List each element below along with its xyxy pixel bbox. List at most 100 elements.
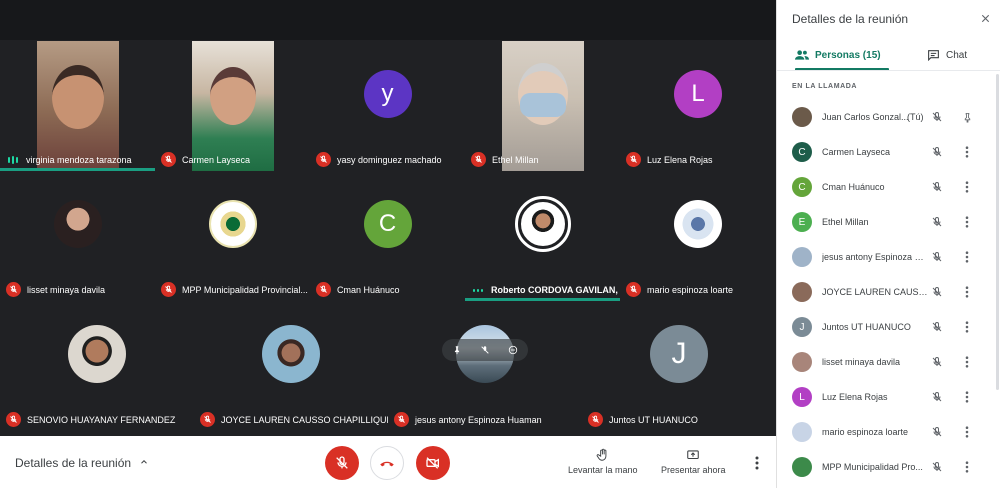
participant-tile[interactable]: L Luz Elena Rojas — [620, 41, 776, 171]
tab-people-label: Personas (15) — [815, 49, 881, 61]
participant-photo — [792, 422, 812, 442]
participant-avatar: L — [674, 70, 722, 118]
mic-off-icon — [930, 425, 944, 439]
mic-off-icon — [930, 250, 944, 264]
mic-off-icon — [161, 282, 176, 297]
tab-chat[interactable]: Chat — [927, 40, 967, 70]
mic-off-icon — [930, 355, 944, 369]
mic-off-icon — [930, 285, 944, 299]
participant-name: lisset minaya davila — [822, 357, 901, 367]
participant-label: Luz Elena Rojas — [626, 152, 713, 167]
more-vert-icon[interactable] — [961, 145, 973, 159]
more-vert-icon[interactable] — [961, 355, 973, 369]
participant-tile[interactable]: mario espinoza loarte — [620, 171, 776, 301]
participant-tile[interactable]: lisset minaya davila — [0, 171, 155, 301]
participant-row[interactable]: mario espinoza loarte — [777, 415, 1000, 450]
participant-tile[interactable]: JOYCE LAUREN CAUSSO CHAPILLIQUEN — [194, 301, 388, 431]
participant-row[interactable]: L Luz Elena Rojas — [777, 380, 1000, 415]
panel-scrollbar[interactable] — [996, 74, 999, 390]
participant-tile[interactable]: jesus antony Espinoza Huaman — [388, 301, 582, 431]
participant-name: Ethel Millan — [822, 217, 869, 227]
meeting-details-label: Detalles de la reunión — [15, 456, 132, 470]
more-vert-icon[interactable] — [961, 425, 973, 439]
camera-toggle-button[interactable] — [416, 446, 450, 480]
microphone-toggle-button[interactable] — [325, 446, 359, 480]
participant-name: Luz Elena Rojas — [822, 392, 888, 402]
municipal-logo — [208, 200, 257, 248]
participant-row[interactable]: Juan Carlos Gonzal... (Tú) — [777, 100, 1000, 135]
participant-row[interactable]: J Juntos UT HUANUCO — [777, 310, 1000, 345]
pin-icon[interactable] — [961, 110, 973, 124]
tab-people[interactable]: Personas (15) — [795, 40, 889, 70]
participant-tile[interactable]: Roberto CORDOVA GAVILAN, — [465, 171, 620, 301]
participant-avatar: L — [792, 387, 812, 407]
participant-tile[interactable]: J Juntos UT HUANUCO — [582, 301, 776, 431]
more-vert-icon[interactable] — [961, 215, 973, 229]
participant-photo — [262, 325, 320, 383]
participant-row[interactable]: MPP Municipalidad Pro... — [777, 450, 1000, 485]
participant-avatar: C — [792, 177, 812, 197]
participant-label: Roberto CORDOVA GAVILAN, — [471, 283, 618, 297]
participant-row[interactable]: JOYCE LAUREN CAUSS... — [777, 275, 1000, 310]
more-vert-icon[interactable] — [961, 285, 973, 299]
participant-row[interactable]: C Carmen Layseca — [777, 135, 1000, 170]
mic-off-icon — [336, 456, 348, 469]
tab-divider — [777, 70, 1000, 71]
pin-icon[interactable] — [450, 343, 464, 357]
meeting-details-button[interactable]: Detalles de la reunión — [15, 456, 149, 470]
mic-off-icon — [161, 152, 176, 167]
more-vert-icon[interactable] — [961, 460, 973, 474]
present-now-button[interactable]: Presentar ahora — [661, 448, 726, 475]
call-controls-bar: Detalles de la reunión Levantar la mano … — [0, 436, 776, 488]
participant-row[interactable]: C Cman Huánuco — [777, 170, 1000, 205]
more-options-button[interactable] — [750, 454, 764, 472]
more-vert-icon[interactable] — [961, 250, 973, 264]
present-now-label: Presentar ahora — [661, 465, 726, 475]
speaking-ring — [514, 196, 571, 252]
more-vert-icon[interactable] — [961, 180, 973, 194]
tile-hover-controls — [442, 339, 528, 362]
avatar-area — [0, 171, 155, 277]
participant-tile[interactable]: Carmen Layseca — [155, 41, 310, 171]
more-vert-icon[interactable] — [961, 390, 973, 404]
participant-tile[interactable]: SENOVIO HUAYANAY FERNANDEZ — [0, 301, 194, 431]
mic-off-icon — [6, 282, 21, 297]
participant-video — [37, 41, 119, 171]
close-panel-button[interactable] — [978, 11, 992, 25]
avatar-area — [620, 171, 776, 277]
hang-up-icon — [380, 461, 394, 467]
mute-participant-icon[interactable] — [478, 343, 492, 357]
participant-name: JOYCE LAUREN CAUSS... — [822, 287, 928, 297]
participant-name: MPP Municipalidad Provincial... — [182, 284, 308, 295]
mic-off-icon — [316, 152, 331, 167]
avatar-area: J — [582, 301, 776, 407]
more-vert-icon[interactable] — [961, 320, 973, 334]
mic-off-icon — [930, 390, 944, 404]
meet-window: virginia mendoza tarazona Carmen Layseca… — [0, 0, 1000, 488]
participant-label: JOYCE LAUREN CAUSSO CHAPILLIQUEN — [200, 412, 388, 427]
participant-label: yasy dominguez machado — [316, 152, 442, 167]
avatar-area — [0, 301, 194, 407]
participant-tile[interactable]: y yasy dominguez machado — [310, 41, 465, 171]
mic-off-icon — [394, 412, 409, 427]
raise-hand-button[interactable]: Levantar la mano — [568, 448, 638, 475]
participant-label: MPP Municipalidad Provincial... — [161, 282, 308, 297]
participant-tile[interactable]: virginia mendoza tarazona — [0, 41, 155, 171]
participant-name: mario espinoza loarte — [647, 284, 734, 295]
participant-photo — [792, 107, 812, 127]
participant-label: mario espinoza loarte — [626, 282, 733, 297]
participant-tile[interactable]: Ethel Millan — [465, 41, 620, 171]
participant-row[interactable]: jesus antony Espinoza H... — [777, 240, 1000, 275]
mic-off-icon — [626, 152, 641, 167]
remove-participant-icon[interactable] — [506, 343, 520, 357]
participant-photo — [792, 282, 812, 302]
raise-hand-label: Levantar la mano — [568, 465, 638, 475]
participant-tile[interactable]: MPP Municipalidad Provincial... — [155, 171, 310, 301]
leave-call-button[interactable] — [370, 446, 404, 480]
participant-label: jesus antony Espinoza Huaman — [394, 412, 542, 427]
participant-row[interactable]: lisset minaya davila — [777, 345, 1000, 380]
participant-tile[interactable]: C Cman Huánuco — [310, 171, 465, 301]
participant-row[interactable]: E Ethel Millan — [777, 205, 1000, 240]
people-icon — [795, 50, 809, 60]
mic-off-icon — [930, 110, 944, 124]
